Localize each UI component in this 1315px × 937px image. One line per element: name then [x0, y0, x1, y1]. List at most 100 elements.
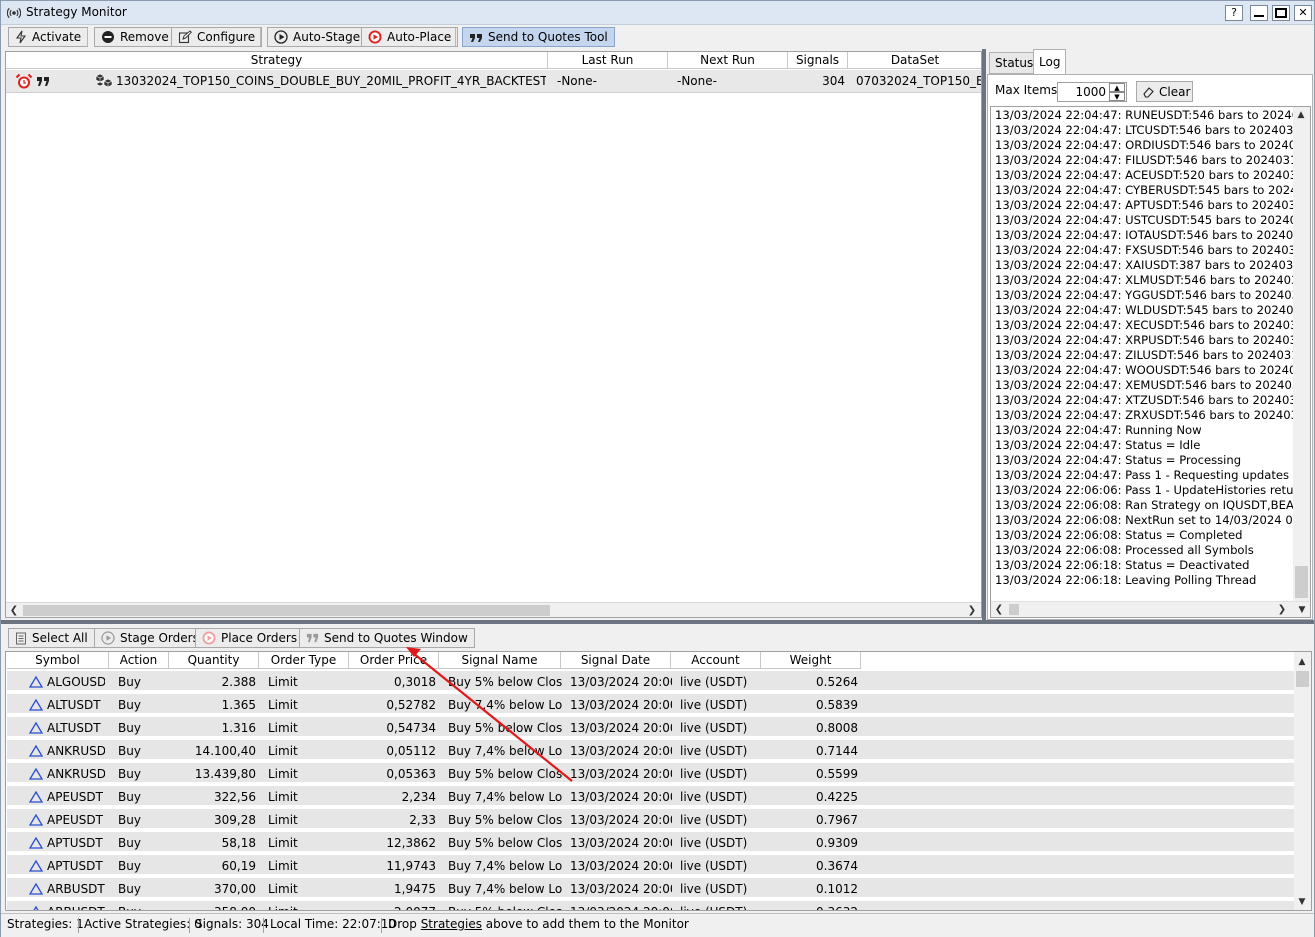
orders-vscrollbar[interactable]: ▲ ▼	[1294, 652, 1311, 910]
minimize-button[interactable]	[1250, 5, 1268, 21]
tab-log[interactable]: Log	[1033, 49, 1067, 74]
scroll-left-arrow[interactable]: ❮	[6, 603, 22, 617]
configure-button[interactable]: Configure	[171, 27, 263, 47]
stepper-down-icon[interactable]: ▼	[1109, 92, 1125, 101]
auto-place-button[interactable]: Auto-Place	[361, 27, 459, 47]
log-line: 13/03/2024 22:04:47: YGGUSDT:546 bars to…	[995, 288, 1311, 302]
table-row[interactable]: ALGOUSDT Buy 2.388 Limit 0,3018 Buy 5% below …	[7, 671, 1294, 692]
scroll-thumb[interactable]	[23, 605, 550, 616]
log-line: 13/03/2024 22:06:18: Leaving Polling Thr…	[995, 573, 1257, 587]
col-account[interactable]: Account	[671, 652, 761, 669]
scroll-thumb[interactable]	[1296, 671, 1309, 687]
help-button[interactable]: ?	[1225, 5, 1243, 21]
strategy-grid: Strategy Last Run Next Run Signals DataS…	[5, 51, 982, 618]
col-quantity[interactable]: Quantity	[169, 652, 259, 669]
remove-button[interactable]: Remove	[94, 27, 176, 47]
scroll-thumb[interactable]	[1009, 604, 1019, 615]
strategies-link[interactable]: Strategies	[421, 917, 482, 931]
active-strategies-count: Active Strategies: 0	[84, 917, 202, 931]
strategy-grid-hscrollbar[interactable]: ❮ ❯	[6, 602, 981, 617]
log-hscrollbar[interactable]: ❮ ❯ ▼	[991, 601, 1310, 617]
table-row[interactable]: ALTUSDT Buy 1.316 Limit 0,54734 Buy 5% below …	[7, 717, 1294, 738]
strategy-row[interactable]: 13032024_TOP150_COINS_DOUBLE_BUY_20MIL_P…	[6, 70, 981, 93]
col-next-run[interactable]: Next Run	[668, 52, 788, 69]
col-signal-date[interactable]: Signal Date	[561, 652, 671, 669]
remove-icon	[101, 30, 115, 44]
table-row[interactable]: APTUSDT Buy 60,19 Limit 11,9743 Buy 7,4% belo…	[7, 855, 1294, 876]
cell-signal-date: 13/03/2024 20:00	[570, 813, 672, 827]
scroll-right-arrow[interactable]: ❯	[964, 603, 980, 617]
play-circle-icon	[101, 631, 115, 645]
vertical-splitter[interactable]	[982, 49, 986, 620]
max-items-value[interactable]: 1000	[1075, 85, 1106, 99]
send-to-quotes-window-button[interactable]: Send to Quotes Window	[299, 628, 475, 648]
play-circle-icon	[274, 30, 288, 44]
table-row[interactable]: ARBUSDT Buy 370,00 Limit 1,9475 Buy 7,4% belo…	[7, 878, 1294, 899]
table-row[interactable]: ARBUSDT Buy358,00 Limit2,0077 Buy 5% below …	[7, 901, 1294, 910]
table-row[interactable]: APTUSDT Buy 58,18 Limit 12,3862 Buy 5% below …	[7, 832, 1294, 853]
log-line: 13/03/2024 22:04:47: XLMUSDT:546 bars to…	[995, 273, 1311, 287]
cell-action: Buy	[118, 813, 141, 827]
log-list[interactable]: 13/03/2024 22:04:47: RUNEUSDT:546 bars t…	[990, 106, 1311, 618]
col-weight[interactable]: Weight	[761, 652, 861, 669]
maximize-button[interactable]	[1272, 5, 1290, 21]
send-to-quotes-tool-button[interactable]: Send to Quotes Tool	[462, 27, 615, 47]
alarm-clock-icon	[15, 73, 33, 90]
cell-action: Buy	[118, 882, 141, 896]
log-line: 13/03/2024 22:04:47: LTCUSDT:546 bars to…	[995, 123, 1310, 137]
col-order-type[interactable]: Order Type	[259, 652, 349, 669]
table-row[interactable]: ANKRUSDT Buy 13.439,80 Limit 0,05363 Buy 5% b…	[7, 763, 1294, 784]
col-strategy[interactable]: Strategy	[6, 52, 548, 69]
col-symbol[interactable]: Symbol	[7, 652, 109, 669]
scroll-thumb[interactable]	[1295, 566, 1308, 598]
cell-signal-date: 13/03/2024 20:00	[570, 901, 672, 910]
col-last-run[interactable]: Last Run	[548, 52, 668, 69]
select-all-label: Select All	[32, 631, 88, 645]
auto-stage-button[interactable]: Auto-Stage	[267, 27, 368, 47]
scroll-right-arrow[interactable]: ❯	[1274, 602, 1290, 617]
table-row[interactable]: APEUSDT Buy 309,28 Limit 2,33 Buy 5% below Cl…	[7, 809, 1294, 830]
table-row[interactable]: ANKRUSDT Buy 14.100,40 Limit 0,05112 Buy 7,4%…	[7, 740, 1294, 761]
scroll-left-arrow[interactable]: ❮	[991, 602, 1007, 617]
toolbar-separator	[87, 28, 88, 46]
max-items-stepper[interactable]: 1000 ▲ ▼	[1057, 82, 1127, 102]
main-toolbar: Activate Remove Configure Auto-Stage Aut…	[1, 25, 1314, 49]
stage-orders-button[interactable]: Stage Orders	[94, 628, 206, 648]
log-line: 13/03/2024 22:04:47: XTZUSDT:546 bars to…	[995, 393, 1311, 407]
col-order-price[interactable]: Order Price	[349, 652, 439, 669]
scroll-down-arrow[interactable]: ▼	[1294, 602, 1310, 617]
cell-signal-date: 13/03/2024 20:00	[570, 744, 672, 758]
triangle-icon	[29, 791, 43, 803]
col-dataset[interactable]: DataSet	[848, 52, 981, 69]
scroll-down-arrow[interactable]: ▼	[1294, 894, 1310, 910]
clear-button[interactable]: Clear	[1136, 81, 1193, 102]
select-all-button[interactable]: Select All	[8, 628, 95, 648]
stepper-up-icon[interactable]: ▲	[1109, 83, 1125, 92]
cell-order-price: 0,54734	[386, 721, 436, 735]
horizontal-splitter[interactable]	[1, 620, 1314, 624]
log-line: 13/03/2024 22:04:47: XEMUSDT:546 bars to…	[995, 378, 1311, 392]
col-action[interactable]: Action	[109, 652, 169, 669]
send-to-quotes-window-label: Send to Quotes Window	[324, 631, 468, 645]
table-row[interactable]: ALTUSDT Buy 1.365 Limit 0,52782 Buy 7,4% belo…	[7, 694, 1294, 715]
log-line: 13/03/2024 22:06:08: Status = Completed	[995, 528, 1243, 542]
table-row[interactable]: APEUSDT Buy 322,56 Limit 2,234 Buy 7,4% below…	[7, 786, 1294, 807]
col-signals[interactable]: Signals	[788, 52, 848, 69]
col-signal-name[interactable]: Signal Name	[439, 652, 561, 669]
cell-weight: 0.5599	[816, 767, 858, 781]
place-orders-label: Place Orders	[221, 631, 298, 645]
scroll-up-arrow[interactable]: ▲	[1294, 654, 1310, 670]
tab-status[interactable]: Status	[989, 52, 1040, 74]
log-vscrollbar[interactable]: ▲	[1293, 107, 1310, 601]
place-orders-button[interactable]: Place Orders	[195, 628, 305, 648]
status-separator	[189, 918, 190, 933]
activate-button[interactable]: Activate	[8, 27, 89, 47]
close-button[interactable]: ✕	[1294, 5, 1312, 21]
cell-symbol: ALTUSDT	[47, 698, 101, 712]
drop-hint-suffix: above to add them to the Monitor	[481, 917, 689, 931]
cell-action: Buy	[118, 836, 141, 850]
scroll-up-arrow[interactable]: ▲	[1293, 107, 1309, 123]
status-bar: Strategies: 1 Active Strategies: 0 Signa…	[1, 913, 1314, 937]
log-line: 13/03/2024 22:06:18: Status = Deactivate…	[995, 558, 1250, 572]
cell-symbol: ARBUSDT	[47, 882, 105, 896]
